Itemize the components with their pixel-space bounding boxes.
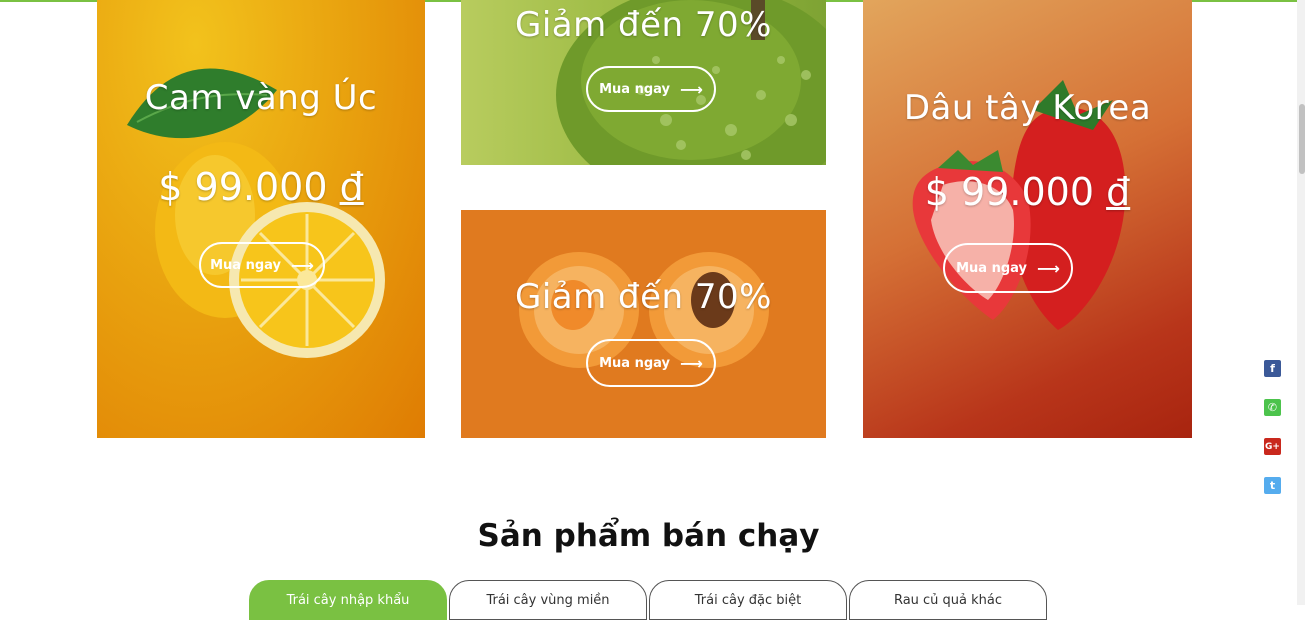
promo-title: Giảm đến 70% (515, 277, 772, 317)
lemon-image (127, 68, 385, 358)
promo-title: Giảm đến 70% (515, 5, 772, 45)
arrow-right-icon: ⟶ (1036, 258, 1060, 278)
section-title: Sản phẩm bán chạy (477, 518, 820, 554)
promo-title: Cam vàng Úc (144, 78, 378, 118)
promo-price: $ 99.000 đ (97, 165, 425, 209)
promo-card-lemon[interactable]: Cam vàng Úc $ 99.000 đ Mua ngay ⟶ (97, 0, 425, 438)
price-value: $ 99.000 (158, 165, 328, 209)
tab-regional-fruit[interactable]: Trái cây vùng miền (449, 580, 647, 620)
tab-special-fruit[interactable]: Trái cây đặc biệt (649, 580, 847, 620)
tab-other-produce[interactable]: Rau củ quả khác (849, 580, 1047, 620)
tab-imported-fruit[interactable]: Trái cây nhập khẩu (249, 580, 447, 620)
buy-now-button[interactable]: Mua ngay ⟶ (586, 66, 716, 112)
product-tabs: Trái cây nhập khẩu Trái cây vùng miền Tr… (249, 580, 1049, 620)
google-plus-icon[interactable]: G+ (1264, 438, 1281, 455)
tab-label: Trái cây vùng miền (486, 593, 610, 608)
buy-now-button[interactable]: Mua ngay ⟶ (586, 339, 716, 387)
scrollbar-thumb[interactable] (1299, 104, 1305, 174)
button-label: Mua ngay (956, 260, 1027, 276)
promo-card-apricot[interactable]: Giảm đến 70% Mua ngay ⟶ (461, 210, 826, 438)
currency-symbol: đ (339, 165, 364, 209)
arrow-right-icon: ⟶ (679, 353, 703, 373)
button-label: Mua ngay (599, 81, 670, 97)
button-label: Mua ngay (599, 355, 670, 371)
tab-label: Trái cây đặc biệt (694, 593, 802, 608)
tab-label: Trái cây nhập khẩu (286, 593, 410, 608)
twitter-icon[interactable]: t (1264, 477, 1281, 494)
promo-title: Dâu tây Korea (903, 88, 1152, 128)
phone-icon[interactable]: ✆ (1264, 399, 1281, 416)
apricot-image (519, 252, 769, 368)
buy-now-button[interactable]: Mua ngay ⟶ (943, 243, 1073, 293)
tab-label: Rau củ quả khác (893, 593, 1003, 608)
strawberry-image (912, 80, 1126, 331)
promo-price: $ 99.000 đ (863, 170, 1192, 214)
arrow-right-icon: ⟶ (290, 255, 314, 275)
price-value: $ 99.000 (924, 170, 1094, 214)
facebook-icon[interactable]: f (1264, 360, 1281, 377)
promo-card-strawberry[interactable]: Dâu tây Korea $ 99.000 đ Mua ngay ⟶ (863, 0, 1192, 438)
currency-symbol: đ (1106, 170, 1131, 214)
buy-now-button[interactable]: Mua ngay ⟶ (199, 242, 325, 288)
promo-card-pear[interactable]: Giảm đến 70% Mua ngay ⟶ (461, 0, 826, 165)
arrow-right-icon: ⟶ (679, 79, 703, 99)
scrollbar[interactable] (1297, 0, 1305, 605)
button-label: Mua ngay (210, 257, 281, 273)
